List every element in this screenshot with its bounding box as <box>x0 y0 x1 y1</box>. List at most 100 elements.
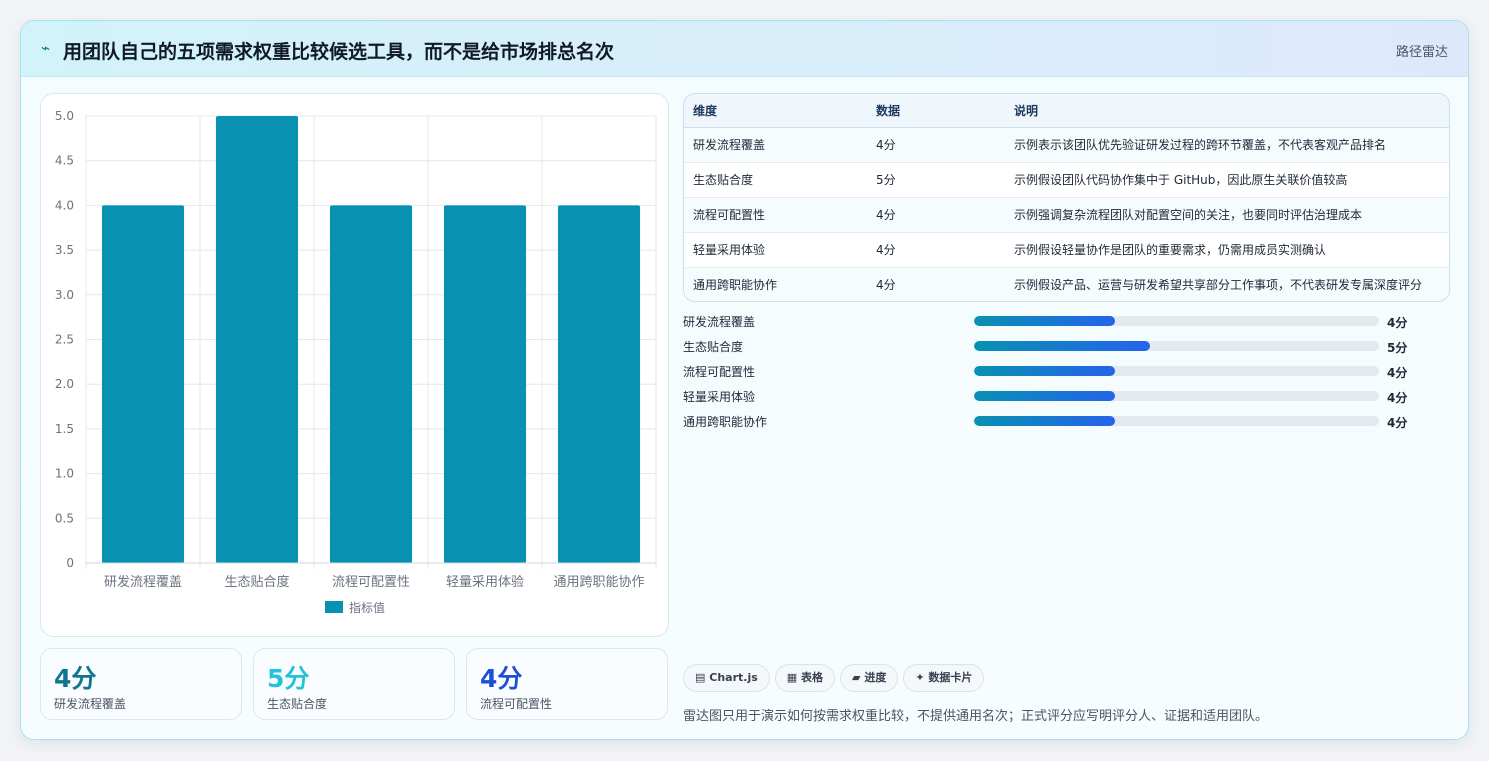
table-row: 通用跨职能协作 4分 示例假设产品、运营与研发希望共享部分工作事项，不代表研发专… <box>684 267 1449 301</box>
progress-label: 流程可配置性 <box>683 365 756 379</box>
y-tick-label: 2.5 <box>55 333 74 347</box>
chip-chartjs[interactable]: ▤ Chart.js <box>683 664 770 692</box>
data-table: 维度 数据 说明 研发流程覆盖 4分 示例表示该团队优先验证研发过程的跨环节覆盖… <box>683 93 1450 302</box>
progress-track <box>974 416 1379 426</box>
bar <box>215 116 299 563</box>
bar-chart: 0 0.5 1.0 1.5 2.0 2.5 3.0 3.5 4.0 4.5 5.0 研发流程覆盖 生态贴… <box>40 93 669 637</box>
progress-row: 轻量采用体验 4分 <box>683 388 1450 413</box>
progress-value: 4分 <box>1387 366 1408 380</box>
table-cell: 示例假设轻量协作是团队的重要需求，仍需用成员实测确认 <box>1005 232 1449 268</box>
table-cell: 示例假设团队代码协作集中于 GitHub，因此原生关联价值较高 <box>1005 162 1449 198</box>
column-header: 数据 <box>867 94 1005 128</box>
kpi-value: 4分 <box>480 664 523 693</box>
bar-chart-svg: 0 0.5 1.0 1.5 2.0 2.5 3.0 3.5 4.0 4.5 5.0 研发流程覆盖 生态贴… <box>55 109 657 615</box>
progress-track <box>974 316 1379 326</box>
chip-table[interactable]: ▦ 表格 <box>774 664 836 692</box>
table-header-row: 维度 数据 说明 <box>684 94 1449 128</box>
y-tick-label: 0 <box>66 556 74 570</box>
progress-row: 研发流程覆盖 4分 <box>683 313 1450 338</box>
table-cell: 示例假设产品、运营与研发希望共享部分工作事项，不代表研发专属深度评分 <box>1005 267 1449 301</box>
bar <box>557 205 641 563</box>
y-tick-label: 1.0 <box>55 467 74 481</box>
legend-swatch <box>325 601 343 613</box>
table-cell: 通用跨职能协作 <box>684 267 867 301</box>
progress-fill <box>974 416 1115 426</box>
chip-label: 表格 <box>801 671 824 684</box>
kpi-label: 生态贴合度 <box>267 697 328 711</box>
progress-value: 4分 <box>1387 391 1408 405</box>
progress-label: 轻量采用体验 <box>683 390 756 404</box>
progress-list: 研发流程覆盖 4分 生态贴合度 5分 流程可配置性 4分 轻量采用体验 4分 通… <box>683 313 1450 438</box>
progress-value: 4分 <box>1387 416 1408 430</box>
bar <box>101 205 185 563</box>
column-header: 维度 <box>684 94 867 128</box>
card-title: 用团队自己的五项需求权重比较候选工具，而不是给市场排总名次 <box>63 41 615 63</box>
header-tag: 路径雷达 <box>1395 45 1448 60</box>
x-tick-label: 研发流程覆盖 <box>104 574 182 590</box>
progress-label: 生态贴合度 <box>683 340 744 354</box>
progress-fill <box>974 366 1115 376</box>
chip-label: 数据卡片 <box>928 671 973 684</box>
table-cell: 4分 <box>867 267 1005 301</box>
kpi-value: 5分 <box>267 664 310 693</box>
dashboard-card: ⌁ 用团队自己的五项需求权重比较候选工具，而不是给市场排总名次 路径雷达 0 0.… <box>20 20 1469 740</box>
kpi-label: 流程可配置性 <box>480 697 553 711</box>
y-tick-label: 1.5 <box>55 422 74 436</box>
x-tick-label: 生态贴合度 <box>224 574 289 590</box>
table-icon: ▦ <box>786 671 798 684</box>
progress-row: 生态贴合度 5分 <box>683 338 1450 363</box>
chip-data-cards[interactable]: ✦ 数据卡片 <box>903 664 985 692</box>
table-cell: 示例强调复杂流程团队对配置空间的关注，也要同时评估治理成本 <box>1005 197 1449 233</box>
kpi-value: 4分 <box>54 664 97 693</box>
progress-row: 流程可配置性 4分 <box>683 363 1450 388</box>
table-cell: 示例表示该团队优先验证研发过程的跨环节覆盖，不代表客观产品排名 <box>1005 127 1449 163</box>
pulse-icon: ⌁ <box>41 39 51 57</box>
progress-icon: ▰ <box>852 671 861 684</box>
progress-fill <box>974 391 1115 401</box>
sparkle-icon: ✦ <box>915 671 925 684</box>
table-cell: 4分 <box>867 232 1005 268</box>
progress-value: 4分 <box>1387 316 1408 330</box>
legend-label: 指标值 <box>349 600 385 615</box>
progress-row: 通用跨职能协作 4分 <box>683 413 1450 438</box>
y-tick-label: 3.5 <box>55 243 74 257</box>
bar <box>443 205 527 563</box>
column-header: 说明 <box>1005 94 1449 128</box>
table-row: 生态贴合度 5分 示例假设团队代码协作集中于 GitHub，因此原生关联价值较高 <box>684 162 1449 198</box>
table-cell: 5分 <box>867 162 1005 198</box>
tech-chips: ▤ Chart.js ▦ 表格 ▰ 进度 ✦ 数据卡片 <box>683 664 989 692</box>
kpi-card-2: 5分 生态贴合度 <box>253 648 455 720</box>
footnote: 雷达图只用于演示如何按需求权重比较，不提供通用名次；正式评分应写明评分人、证据和… <box>683 709 1269 724</box>
x-tick-label: 通用跨职能协作 <box>553 575 644 590</box>
y-tick-label: 4.0 <box>55 198 74 212</box>
table-cell: 4分 <box>867 197 1005 233</box>
x-tick-label: 流程可配置性 <box>332 575 410 590</box>
bar <box>329 205 413 563</box>
chip-progress[interactable]: ▰ 进度 <box>840 664 899 692</box>
y-tick-label: 0.5 <box>55 511 74 525</box>
kpi-card-1: 4分 研发流程覆盖 <box>40 648 242 720</box>
card-header: ⌁ 用团队自己的五项需求权重比较候选工具，而不是给市场排总名次 路径雷达 <box>21 21 1468 77</box>
table-cell: 4分 <box>867 127 1005 163</box>
y-tick-label: 4.5 <box>55 154 74 168</box>
kpi-label: 研发流程覆盖 <box>54 697 127 711</box>
progress-value: 5分 <box>1387 341 1408 355</box>
table-row: 轻量采用体验 4分 示例假设轻量协作是团队的重要需求，仍需用成员实测确认 <box>684 232 1449 268</box>
table-cell: 流程可配置性 <box>684 197 867 233</box>
y-tick-label: 5.0 <box>55 109 74 123</box>
progress-fill <box>974 341 1151 351</box>
chip-label: Chart.js <box>709 671 758 684</box>
chart-icon: ▤ <box>695 671 706 684</box>
progress-fill <box>974 316 1115 326</box>
x-tick-label: 轻量采用体验 <box>446 574 524 590</box>
progress-track <box>974 391 1379 401</box>
y-tick-label: 3.0 <box>55 288 74 302</box>
table-row: 流程可配置性 4分 示例强调复杂流程团队对配置空间的关注，也要同时评估治理成本 <box>684 197 1449 233</box>
table-row: 研发流程覆盖 4分 示例表示该团队优先验证研发过程的跨环节覆盖，不代表客观产品排… <box>684 127 1449 163</box>
table-cell: 轻量采用体验 <box>684 232 867 268</box>
chip-label: 进度 <box>864 671 887 684</box>
progress-track <box>974 366 1379 376</box>
progress-label: 研发流程覆盖 <box>683 315 756 329</box>
table-cell: 研发流程覆盖 <box>684 127 867 163</box>
progress-label: 通用跨职能协作 <box>683 415 768 429</box>
